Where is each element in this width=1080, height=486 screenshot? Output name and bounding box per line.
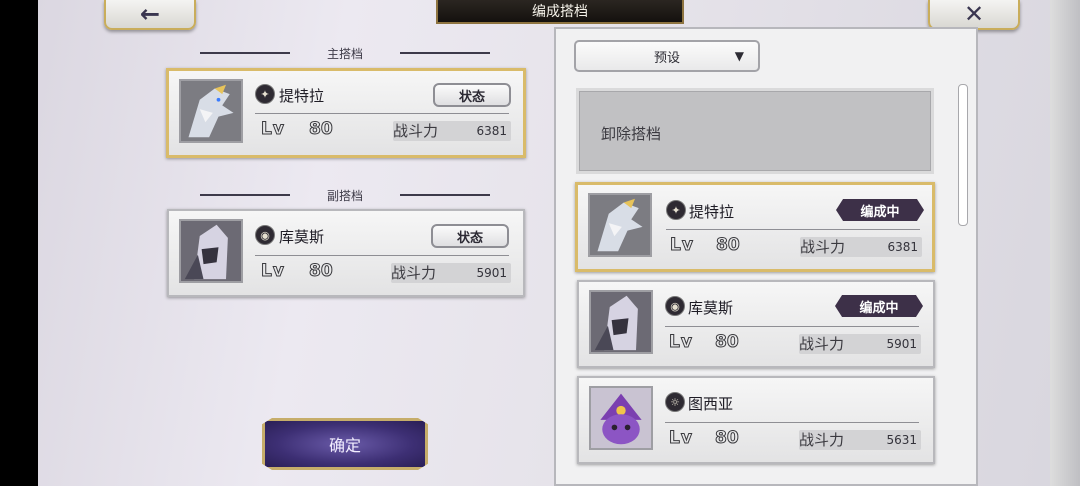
level-label: Lv — [261, 119, 285, 140]
level-label: Lv — [669, 332, 693, 353]
sparkle-icon: ✦ — [666, 200, 686, 220]
divider — [255, 113, 509, 114]
power-label: 战斗力 — [393, 122, 439, 140]
level-label: Lv — [670, 235, 694, 256]
power-value: 5901 — [476, 266, 507, 280]
scrollbar[interactable] — [958, 84, 968, 226]
character-name: 库莫斯 — [279, 228, 325, 246]
editing-badge: 编成中 — [835, 295, 923, 317]
power-label: 战斗力 — [799, 335, 845, 353]
knight-portrait-icon — [591, 292, 651, 352]
screen-edge-left — [0, 0, 38, 486]
page-title: 编成搭档 — [436, 0, 684, 24]
list-item[interactable]: ✦ 提特拉 编成中 Lv 80 战斗力 6381 — [575, 182, 935, 272]
power-label: 战斗力 — [800, 238, 846, 256]
power-box: 战斗力 5901 — [799, 334, 921, 354]
preset-dropdown[interactable]: 预设 ▼ — [574, 40, 760, 72]
dragon-portrait-icon — [181, 81, 241, 141]
eye-icon: ◉ — [255, 225, 275, 245]
character-name: 图西亚 — [688, 395, 734, 413]
eye-icon: ◉ — [665, 296, 685, 316]
status-button[interactable]: 状态 — [431, 224, 509, 248]
power-value: 5901 — [886, 337, 917, 351]
sub-partner-header: 副搭档 — [200, 186, 490, 204]
preset-label: 预设 — [653, 50, 680, 66]
power-value: 6381 — [887, 240, 918, 254]
status-button[interactable]: 状态 — [433, 83, 511, 107]
character-name: 提特拉 — [279, 87, 325, 105]
character-name: 库莫斯 — [688, 299, 734, 317]
list-item[interactable]: ☼ 图西亚 Lv 80 战斗力 5631 — [577, 376, 935, 464]
triangle-down-icon: ▼ — [734, 49, 744, 63]
power-label: 战斗力 — [391, 264, 437, 282]
power-value: 5631 — [886, 433, 917, 447]
main-partner-header-label: 主搭档 — [326, 46, 363, 61]
divider — [666, 229, 920, 230]
arrow-left-icon: ← — [139, 0, 161, 28]
level-value: 80 — [716, 235, 741, 256]
power-value: 6381 — [476, 124, 507, 138]
portrait-kumos — [179, 219, 243, 283]
dragon-portrait-icon — [590, 195, 650, 255]
close-button[interactable]: ✕ — [928, 0, 1020, 30]
level-value: 80 — [309, 261, 334, 282]
main-partner-card[interactable]: ✦ 提特拉 状态 Lv 80 战斗力 6381 — [166, 68, 526, 158]
remove-partner-button[interactable]: 卸除搭档 — [576, 88, 934, 174]
screen-edge-right — [1050, 0, 1080, 486]
divider — [665, 422, 919, 423]
swirl-icon: ☼ — [665, 392, 685, 412]
level-label: Lv — [669, 428, 693, 449]
power-box: 战斗力 6381 — [800, 237, 922, 257]
list-item[interactable]: ◉ 库莫斯 编成中 Lv 80 战斗力 5901 — [577, 280, 935, 368]
portrait-titra — [179, 79, 243, 143]
portrait-kumos — [589, 290, 653, 354]
portrait-titra — [588, 193, 652, 257]
character-name: 提特拉 — [689, 203, 735, 221]
back-button[interactable]: ← — [104, 0, 196, 30]
level-value: 80 — [309, 119, 334, 140]
remove-partner-label: 卸除搭档 — [601, 125, 662, 143]
wizard-portrait-icon — [591, 388, 651, 448]
editing-badge: 编成中 — [836, 199, 924, 221]
level-label: Lv — [261, 261, 285, 282]
knight-portrait-icon — [181, 221, 241, 281]
power-label: 战斗力 — [799, 431, 845, 449]
sub-partner-header-label: 副搭档 — [326, 188, 363, 203]
divider — [665, 326, 919, 327]
power-box: 战斗力 6381 — [393, 121, 511, 141]
portrait-tusia — [589, 386, 653, 450]
sub-partner-card[interactable]: ◉ 库莫斯 状态 Lv 80 战斗力 5901 — [167, 209, 525, 297]
power-box: 战斗力 5631 — [799, 430, 921, 450]
sparkle-icon: ✦ — [255, 84, 275, 104]
level-value: 80 — [715, 428, 740, 449]
confirm-button[interactable]: 确定 — [262, 418, 428, 470]
divider — [255, 255, 509, 256]
power-box: 战斗力 5901 — [391, 263, 511, 283]
main-partner-header: 主搭档 — [200, 44, 490, 62]
level-value: 80 — [715, 332, 740, 353]
close-icon: ✕ — [963, 0, 985, 28]
